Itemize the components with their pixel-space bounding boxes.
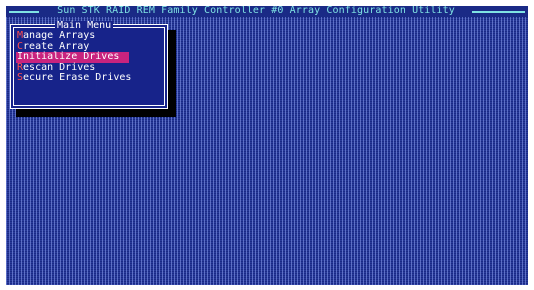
main-menu: Main Menu Manage Arrays Create Array Ini…: [10, 21, 168, 109]
menu-item-secure-erase-drives[interactable]: Secure Erase Drives: [16, 73, 133, 84]
title-rule-left: [9, 11, 39, 13]
main-menu-list: Manage Arrays Create Array Initialize Dr…: [16, 30, 133, 84]
window-title: Sun STK RAID REM Family Controller #0 Ar…: [57, 6, 455, 16]
menu-item-label: reate Array: [23, 40, 90, 52]
title-rule-right: [472, 11, 525, 13]
title-bar: Sun STK RAID REM Family Controller #0 Ar…: [6, 6, 528, 17]
menu-item-label: ecure Erase Drives: [23, 72, 132, 84]
menu-item-label: nitialize Drives: [23, 51, 120, 63]
menu-item-label: escan Drives: [23, 61, 96, 73]
menu-item-label: anage Arrays: [23, 30, 96, 41]
utility-screen: Sun STK RAID REM Family Controller #0 Ar…: [6, 6, 528, 285]
